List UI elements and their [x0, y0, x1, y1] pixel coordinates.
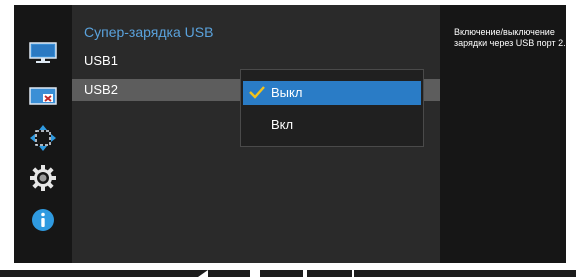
help-panel: Включение/выключение зарядки через USB п… — [440, 5, 566, 263]
checkmark-icon — [249, 85, 265, 102]
picture-size-icon[interactable] — [28, 81, 58, 111]
osd-window: Супер-зарядка USB USB1 USB2 Выкл Вкл Вкл… — [14, 5, 566, 263]
monitor-icon[interactable] — [28, 38, 58, 68]
power-button-icon[interactable] — [352, 270, 354, 277]
page-title: Супер-зарядка USB — [84, 24, 214, 40]
option-off[interactable]: Выкл — [243, 81, 421, 105]
gear-icon[interactable] — [28, 163, 58, 193]
help-text: Включение/выключение зарядки через USB п… — [454, 27, 566, 48]
info-icon[interactable] — [28, 205, 58, 235]
menu-item-label: USB1 — [84, 53, 118, 68]
sidebar — [14, 5, 72, 263]
option-on[interactable]: Вкл — [243, 113, 421, 137]
position-arrows-icon[interactable] — [28, 123, 58, 153]
up-button-icon[interactable] — [303, 270, 307, 277]
option-dropdown: Выкл Вкл — [240, 69, 424, 147]
option-label: Выкл — [271, 85, 303, 100]
left-button-icon[interactable] — [198, 270, 208, 277]
menu-button-icon[interactable] — [250, 270, 260, 277]
option-label: Вкл — [271, 117, 294, 132]
bottom-button-bar — [0, 270, 576, 277]
menu-item-label: USB2 — [84, 82, 118, 97]
